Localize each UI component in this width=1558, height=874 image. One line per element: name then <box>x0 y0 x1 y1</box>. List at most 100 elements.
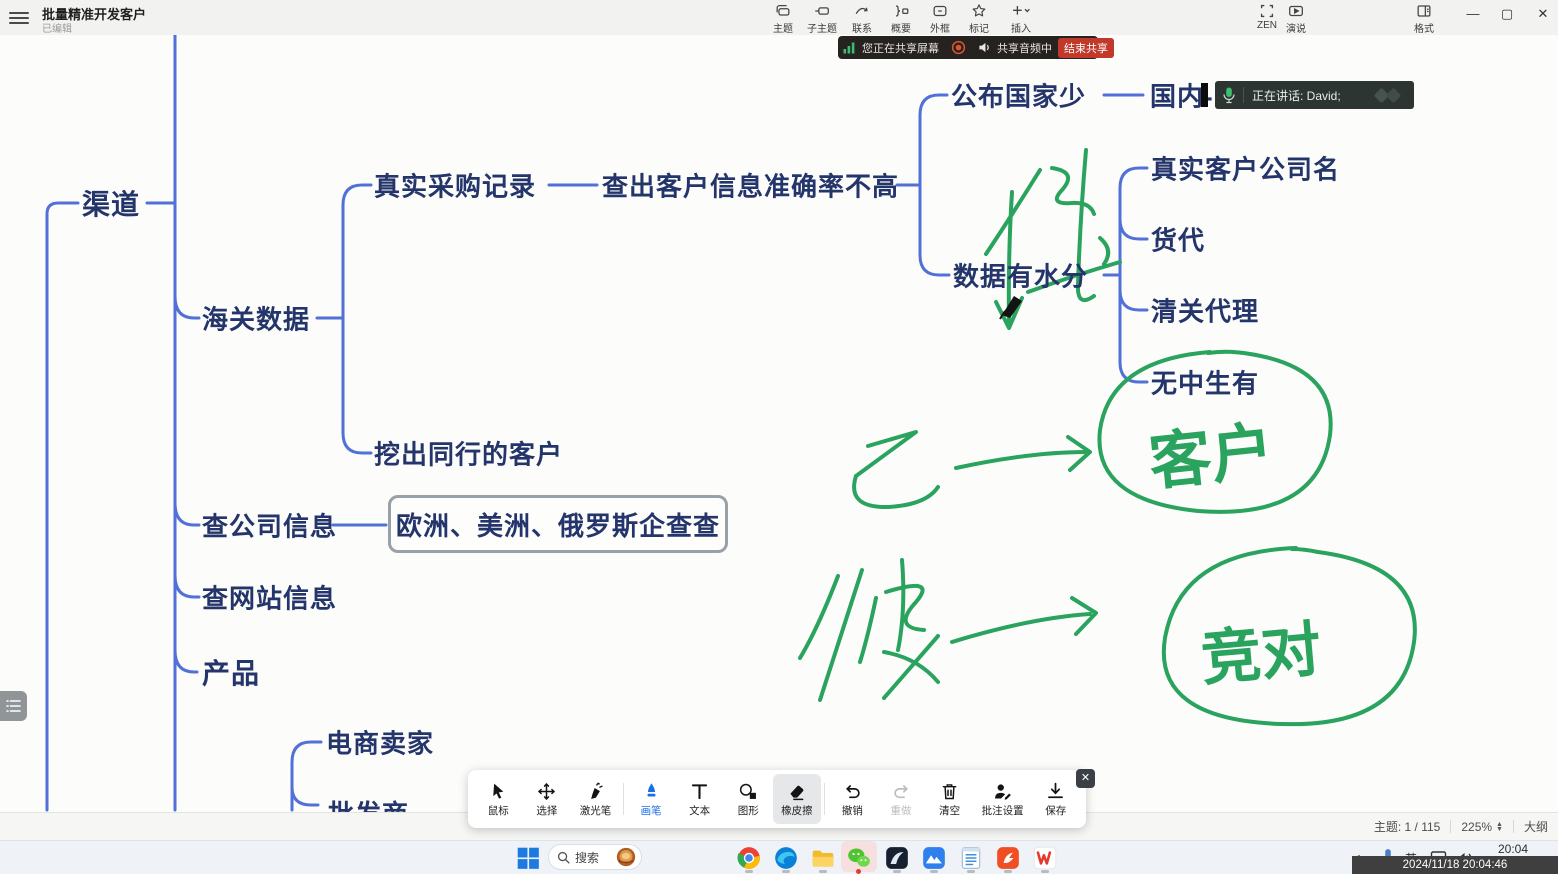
node-wholesale-label: 批发商 <box>328 799 409 812</box>
node-peer-customers[interactable]: 挖出同行的客户 <box>374 435 563 472</box>
orange-app-icon[interactable] <box>995 845 1021 871</box>
outline-panel-button[interactable] <box>0 691 27 721</box>
mouse-cursor-icon <box>488 781 509 802</box>
tool-undo[interactable]: 撤销 <box>828 774 877 824</box>
toolbar-format[interactable]: 格式 <box>1402 2 1446 34</box>
topic-counter: 主题: 1 / 115 <box>1374 818 1440 835</box>
toolbar-marker[interactable]: 标记 <box>957 2 1001 34</box>
divider <box>1513 820 1514 833</box>
start-button[interactable] <box>515 845 541 871</box>
toolbar-insert[interactable]: 插入 <box>999 2 1043 34</box>
node-real-company[interactable]: 真实客户公司名 <box>1151 150 1340 187</box>
annotation-close-button[interactable]: ✕ <box>1076 769 1095 788</box>
node-fabricated[interactable]: 无中生有 <box>1151 364 1259 401</box>
node-customs[interactable]: 海关数据 <box>202 300 310 337</box>
toolbar-relationship[interactable]: 联系 <box>840 2 884 34</box>
tool-select[interactable]: 选择 <box>523 774 572 824</box>
shape-tool-icon <box>738 781 759 802</box>
app-indicator <box>967 870 975 873</box>
node-product[interactable]: 产品 <box>202 652 260 692</box>
node-qichacha[interactable]: 欧洲、美洲、俄罗斯企查查 <box>388 495 728 553</box>
tool-eraser[interactable]: 橡皮擦 <box>773 774 822 824</box>
dark-app-icon[interactable] <box>884 845 910 871</box>
laser-pointer-icon <box>585 781 606 802</box>
mountain-app-icon[interactable] <box>921 845 947 871</box>
app-indicator <box>819 870 827 873</box>
search-placeholder: 搜索 <box>575 849 610 866</box>
taskbar-clock[interactable]: 20:04 <box>1498 842 1528 856</box>
tool-laser[interactable]: 激光笔 <box>571 774 620 824</box>
meeting-logo-icon <box>1374 87 1404 103</box>
ink-other-stroke <box>800 576 838 658</box>
search-icon <box>557 851 570 864</box>
search-input[interactable]: 搜索 <box>548 844 642 870</box>
audio-share-icon <box>978 41 991 54</box>
node-qichacha-label: 欧洲、美洲、俄罗斯企查查 <box>396 506 720 543</box>
divider <box>1450 820 1451 833</box>
microphone-icon <box>1223 87 1235 104</box>
node-padded-data[interactable]: 数据有水分 <box>953 257 1088 294</box>
wechat-icon[interactable] <box>846 845 872 871</box>
node-channel[interactable]: 渠道 <box>82 183 140 223</box>
tool-text[interactable]: 文本 <box>675 774 724 824</box>
sharing-audio-text: 共享音频中 <box>997 40 1052 56</box>
app-indicator <box>745 870 753 873</box>
tool-annotation-settings[interactable]: 批注设置 <box>974 774 1032 824</box>
tool-redo[interactable]: 重做 <box>877 774 926 824</box>
summary-icon <box>891 2 911 20</box>
node-few-countries[interactable]: 公布国家少 <box>951 77 1086 114</box>
title-bar: 批量精准开发客户 已编辑 主题 子主题 联系 概要 外框 标记 插入 <box>0 0 1558 35</box>
maximize-button[interactable]: ▢ <box>1492 0 1522 28</box>
toolbar-subtopic[interactable]: 子主题 <box>800 2 844 34</box>
node-website-info[interactable]: 查网站信息 <box>202 579 337 616</box>
divider <box>824 783 825 815</box>
node-ecommerce[interactable]: 电商卖家 <box>326 724 434 761</box>
chrome-icon[interactable] <box>736 845 762 871</box>
document-status: 已编辑 <box>42 20 72 35</box>
ink-self-stroke <box>856 432 916 476</box>
tool-save[interactable]: 保存 <box>1031 774 1080 824</box>
node-wholesale[interactable]: 批发商 <box>328 794 409 812</box>
outline-icon <box>6 699 21 713</box>
trash-icon <box>939 781 960 802</box>
app-indicator <box>893 870 901 873</box>
brush-icon <box>641 781 662 802</box>
close-button[interactable]: ✕ <box>1528 0 1558 28</box>
zoom-control[interactable]: 225% ▲▼ <box>1461 820 1503 834</box>
node-purchase-records[interactable]: 真实采购记录 <box>374 167 536 204</box>
menu-icon[interactable] <box>9 9 29 25</box>
text-tool-icon <box>689 781 710 802</box>
file-explorer-icon[interactable] <box>810 845 836 871</box>
sharing-screen-text: 您正在共享屏幕 <box>862 40 939 56</box>
ink-circle-competitor <box>1164 548 1415 724</box>
toolbar-summary[interactable]: 概要 <box>879 2 923 34</box>
toolbar-present[interactable]: 演说 <box>1274 2 1318 34</box>
insert-icon <box>1009 2 1033 20</box>
ink-you-stroke <box>986 170 1040 254</box>
toolbar-boundary[interactable]: 外框 <box>918 2 962 34</box>
outline-toggle[interactable]: 大纲 <box>1524 818 1548 835</box>
app-indicator <box>782 870 790 873</box>
end-share-button[interactable]: 结束共享 <box>1058 38 1114 58</box>
tool-brush[interactable]: 画笔 <box>627 774 676 824</box>
node-freight[interactable]: 货代 <box>1151 221 1205 258</box>
edge-icon[interactable] <box>773 845 799 871</box>
node-company-info[interactable]: 查公司信息 <box>202 507 337 544</box>
annotation-settings-icon <box>992 781 1013 802</box>
ink-competitor-text: 竞对 <box>1198 615 1323 692</box>
toolbar-topic[interactable]: 主题 <box>761 2 805 34</box>
notepad-app-icon[interactable] <box>958 845 984 871</box>
tool-mouse[interactable]: 鼠标 <box>474 774 523 824</box>
wps-icon[interactable] <box>1032 845 1058 871</box>
node-clearance[interactable]: 清关代理 <box>1151 292 1259 329</box>
text-caret <box>1201 83 1208 107</box>
tool-shape[interactable]: 图形 <box>724 774 773 824</box>
tool-clear[interactable]: 清空 <box>925 774 974 824</box>
record-icon[interactable] <box>951 40 966 55</box>
zoom-stepper-icon[interactable]: ▲▼ <box>1496 822 1503 832</box>
minimize-button[interactable]: — <box>1458 0 1488 28</box>
node-accuracy[interactable]: 查出客户信息准确率不高 <box>602 167 899 204</box>
pen-cursor-icon <box>1000 296 1022 319</box>
boundary-icon <box>930 2 950 20</box>
screen-share-banner: 您正在共享屏幕 共享音频中 结束共享 <box>838 36 1098 59</box>
